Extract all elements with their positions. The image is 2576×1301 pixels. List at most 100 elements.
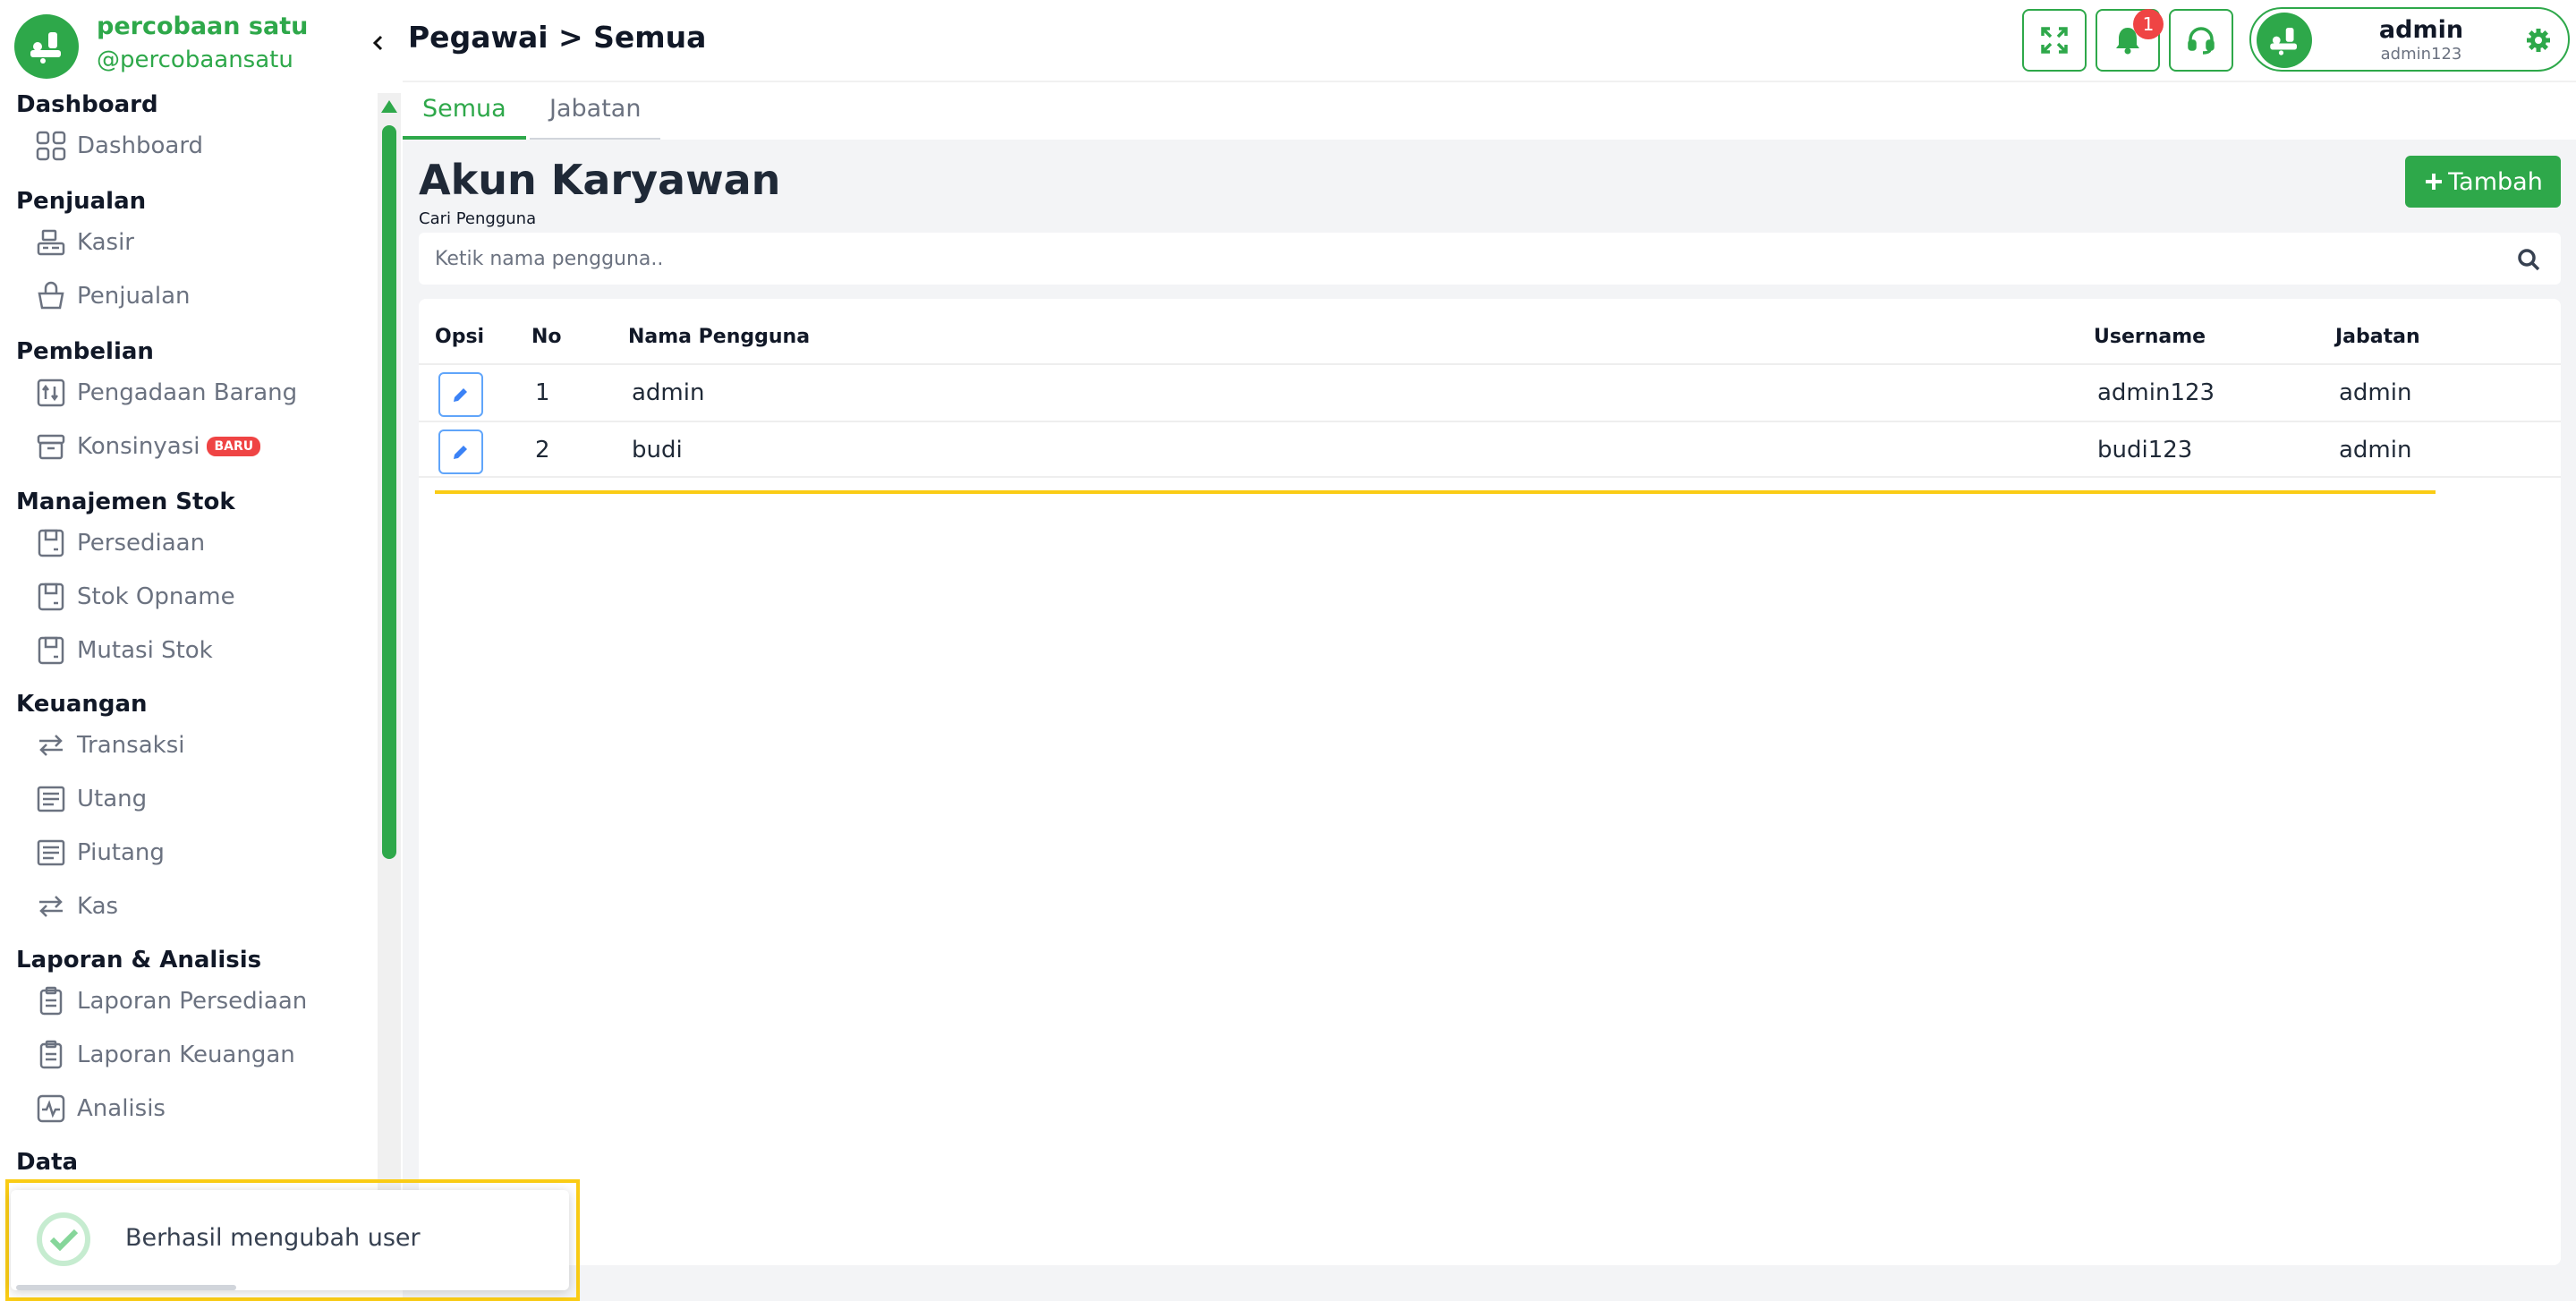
sidebar-item-label: Utang (77, 786, 148, 812)
add-employee-button[interactable]: Tambah (2405, 156, 2561, 208)
expand-icon (2041, 27, 2068, 54)
store-logo-icon (14, 14, 79, 79)
activity-icon (34, 1092, 68, 1126)
sidebar-item-label: Stok Opname (77, 583, 235, 610)
sidebar-item-label: Penjualan (77, 283, 191, 310)
inventory-icon (34, 526, 68, 560)
collapse-sidebar-button[interactable] (362, 27, 395, 59)
section-title-pembelian: Pembelian (16, 338, 154, 365)
brand: percobaan satu @percobaansatu (14, 13, 390, 81)
inventory-icon (34, 580, 68, 614)
notifications-button[interactable]: 1 (2096, 9, 2164, 72)
sidebar-item-laporan-keuangan[interactable]: Laporan Keuangan (34, 1033, 365, 1077)
document-list-icon (34, 782, 68, 816)
sidebar: percobaan satu @percobaansatu Dashboard … (0, 0, 403, 1301)
procurement-icon (34, 376, 68, 410)
highlight-underline (435, 490, 2436, 494)
user-profile-menu[interactable]: admin admin123 (2249, 7, 2570, 72)
employee-table: Opsi No Nama Pengguna Username Jabatan 1… (419, 299, 2561, 1265)
tab-bar: Semua Jabatan (403, 82, 2576, 140)
column-header-nama-pengguna: Nama Pengguna (628, 326, 811, 348)
cell-nama: admin (632, 379, 705, 406)
edit-user-button[interactable] (438, 429, 483, 474)
fullscreen-button[interactable] (2022, 9, 2087, 72)
top-header: Pegawai > Semua 1 admin admin123 (403, 0, 2576, 82)
sidebar-item-penjualan[interactable]: Penjualan (34, 274, 365, 319)
sidebar-item-kasir[interactable]: Kasir (34, 220, 365, 265)
tab-semua[interactable]: Semua (403, 95, 526, 140)
search-input[interactable] (435, 243, 2493, 274)
cell-jabatan: admin (2339, 437, 2412, 463)
store-handle: @percobaansatu (97, 47, 293, 73)
section-title-manajemen-stok: Manajemen Stok (16, 489, 235, 515)
new-badge: BARU (207, 437, 261, 456)
success-toast[interactable]: Berhasil mengubah user (11, 1190, 569, 1290)
sidebar-item-label: Laporan Keuangan (77, 1042, 295, 1068)
main-content: Semua Jabatan Akun Karyawan Tambah Cari … (403, 82, 2576, 1301)
table-row: 1 admin admin123 admin (419, 363, 2561, 421)
edit-user-button[interactable] (438, 372, 483, 417)
notification-count-badge: 1 (2133, 9, 2164, 39)
column-header-no: No (531, 326, 562, 348)
archive-icon (34, 429, 68, 463)
sidebar-item-laporan-persediaan[interactable]: Laporan Persediaan (34, 979, 365, 1024)
sidebar-item-pengadaan-barang[interactable]: Pengadaan Barang (34, 370, 365, 415)
store-name: percobaan satu (97, 13, 309, 40)
cell-no: 1 (535, 379, 550, 406)
sidebar-item-transaksi[interactable]: Transaksi (34, 723, 365, 768)
sidebar-item-persediaan[interactable]: Persediaan (34, 521, 365, 565)
sidebar-item-label: Laporan Persediaan (77, 988, 308, 1015)
sidebar-scrollbar[interactable] (378, 93, 401, 1194)
scrollbar-thumb[interactable] (382, 125, 396, 859)
search-icon[interactable] (2516, 247, 2541, 272)
transfer-icon (34, 889, 68, 923)
scroll-up-arrow-icon[interactable] (381, 100, 397, 113)
sidebar-item-label: Persediaan (77, 530, 206, 557)
section-title-data: Data (16, 1149, 79, 1176)
column-header-username: Username (2094, 326, 2206, 348)
cash-register-icon (34, 225, 68, 259)
sidebar-item-mutasi-stok[interactable]: Mutasi Stok (34, 628, 365, 673)
sidebar-item-konsinyasi[interactable]: Konsinyasi BARU (34, 424, 365, 469)
pencil-icon (454, 446, 467, 459)
sidebar-item-label: Kas (77, 893, 119, 920)
sidebar-item-label: Dashboard (77, 132, 204, 159)
sidebar-item-analisis[interactable]: Analisis (34, 1086, 365, 1131)
sidebar-item-label: Piutang (77, 839, 165, 866)
cell-username: admin123 (2097, 379, 2215, 406)
grid-icon (34, 129, 68, 163)
transfer-icon (34, 728, 68, 762)
toast-progress-bar (16, 1285, 236, 1290)
cell-jabatan: admin (2339, 379, 2412, 406)
breadcrumb: Pegawai > Semua (408, 20, 707, 55)
sidebar-item-label: Analisis (77, 1095, 166, 1122)
clipboard-icon (34, 984, 68, 1018)
sidebar-item-label: Pengadaan Barang (77, 379, 298, 406)
sidebar-item-kas[interactable]: Kas (34, 884, 365, 929)
inventory-icon (34, 633, 68, 668)
column-header-jabatan: Jabatan (2335, 326, 2420, 348)
user-username: admin123 (2380, 45, 2462, 64)
sidebar-item-stok-opname[interactable]: Stok Opname (34, 574, 365, 619)
sidebar-item-label: Mutasi Stok (77, 637, 213, 664)
clipboard-icon (34, 1038, 68, 1072)
cell-no: 2 (535, 437, 550, 463)
headset-icon (2188, 27, 2215, 55)
gear-icon[interactable] (2525, 27, 2552, 54)
check-circle-icon (37, 1212, 90, 1266)
content-panel: Akun Karyawan Tambah Cari Pengguna Opsi … (419, 140, 2561, 1301)
cell-username: budi123 (2097, 437, 2193, 463)
sidebar-item-label: Konsinyasi (77, 433, 200, 460)
support-button[interactable] (2169, 9, 2233, 72)
sidebar-item-label: Kasir (77, 229, 134, 256)
section-title-laporan-analisis: Laporan & Analisis (16, 947, 262, 974)
add-button-label: Tambah (2448, 167, 2543, 196)
cell-nama: budi (632, 437, 683, 463)
sidebar-item-utang[interactable]: Utang (34, 777, 365, 821)
section-title-penjualan: Penjualan (16, 188, 147, 215)
tab-jabatan[interactable]: Jabatan (530, 95, 661, 140)
pencil-icon (454, 388, 467, 402)
user-name: admin (2378, 16, 2464, 44)
sidebar-item-piutang[interactable]: Piutang (34, 830, 365, 875)
sidebar-item-dashboard[interactable]: Dashboard (34, 123, 365, 168)
